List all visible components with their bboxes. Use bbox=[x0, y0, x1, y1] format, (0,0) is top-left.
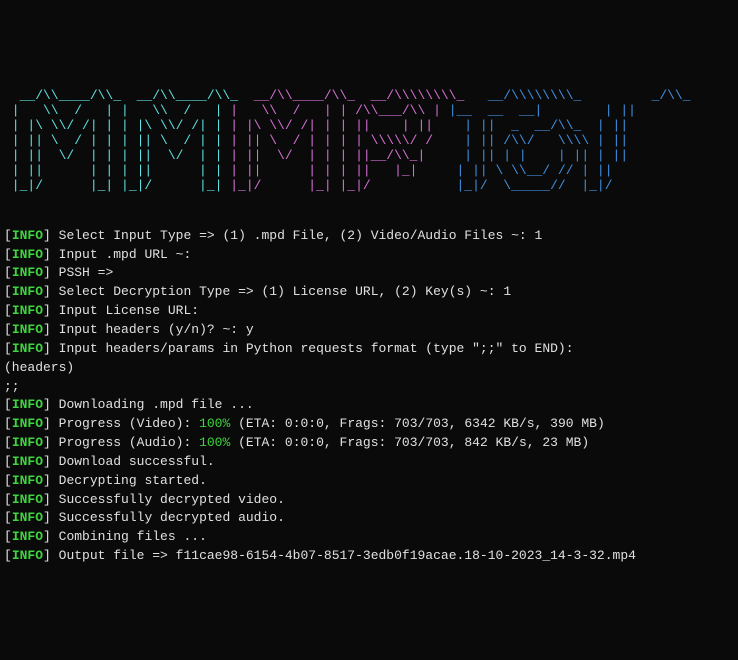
log-level: INFO bbox=[12, 492, 43, 507]
log-line: [INFO] Progress (Audio): 100% (ETA: 0:0:… bbox=[4, 434, 734, 453]
log-text: Output file => f11cae98-6154-4b07-8517-3… bbox=[51, 548, 636, 563]
terminal-output: [INFO] Select Input Type => (1) .mpd Fil… bbox=[4, 227, 734, 566]
log-text: Select Input Type => (1) .mpd File, (2) … bbox=[51, 228, 542, 243]
log-text: Successfully decrypted video. bbox=[51, 492, 285, 507]
log-text: Input headers (y/n)? ~: y bbox=[51, 322, 254, 337]
log-text: Decrypting started. bbox=[51, 473, 207, 488]
log-line: [INFO] Input headers/params in Python re… bbox=[4, 340, 734, 359]
log-line: [INFO] Decrypting started. bbox=[4, 472, 734, 491]
log-line: [INFO] Download successful. bbox=[4, 453, 734, 472]
log-line: [INFO] Input headers (y/n)? ~: y bbox=[4, 321, 734, 340]
log-level: INFO bbox=[12, 265, 43, 280]
progress-percent: 100% bbox=[199, 435, 230, 450]
log-level: INFO bbox=[12, 322, 43, 337]
log-level: INFO bbox=[12, 228, 43, 243]
plain-line: ;; bbox=[4, 378, 734, 397]
log-level: INFO bbox=[12, 435, 43, 450]
ascii-logo: __/\\____/\\_ __/\\____/\\_ __/\\____/\\… bbox=[4, 89, 734, 194]
log-line: [INFO] Select Input Type => (1) .mpd Fil… bbox=[4, 227, 734, 246]
log-text: Downloading .mpd file ... bbox=[51, 397, 254, 412]
log-line: [INFO] Combining files ... bbox=[4, 528, 734, 547]
log-level: INFO bbox=[12, 548, 43, 563]
log-text: Input headers/params in Python requests … bbox=[51, 341, 574, 356]
log-line: [INFO] Successfully decrypted audio. bbox=[4, 509, 734, 528]
log-line: [INFO] Output file => f11cae98-6154-4b07… bbox=[4, 547, 734, 566]
log-level: INFO bbox=[12, 303, 43, 318]
log-line: [INFO] Successfully decrypted video. bbox=[4, 491, 734, 510]
log-text: Successfully decrypted audio. bbox=[51, 510, 285, 525]
log-text: Combining files ... bbox=[51, 529, 207, 544]
log-level: INFO bbox=[12, 454, 43, 469]
log-line: [INFO] Downloading .mpd file ... bbox=[4, 396, 734, 415]
log-line: [INFO] PSSH => bbox=[4, 264, 734, 283]
log-level: INFO bbox=[12, 510, 43, 525]
log-text: Download successful. bbox=[51, 454, 215, 469]
log-level: INFO bbox=[12, 473, 43, 488]
log-level: INFO bbox=[12, 341, 43, 356]
progress-percent: 100% bbox=[199, 416, 230, 431]
plain-line: (headers) bbox=[4, 359, 734, 378]
log-text: PSSH => bbox=[51, 265, 113, 280]
log-text: Input License URL: bbox=[51, 303, 199, 318]
log-level: INFO bbox=[12, 529, 43, 544]
log-line: [INFO] Input License URL: bbox=[4, 302, 734, 321]
log-level: INFO bbox=[12, 416, 43, 431]
log-level: INFO bbox=[12, 397, 43, 412]
log-level: INFO bbox=[12, 247, 43, 262]
log-line: [INFO] Input .mpd URL ~: bbox=[4, 246, 734, 265]
log-text: Select Decryption Type => (1) License UR… bbox=[51, 284, 511, 299]
log-line: [INFO] Select Decryption Type => (1) Lic… bbox=[4, 283, 734, 302]
log-line: [INFO] Progress (Video): 100% (ETA: 0:0:… bbox=[4, 415, 734, 434]
log-text: Input .mpd URL ~: bbox=[51, 247, 191, 262]
log-level: INFO bbox=[12, 284, 43, 299]
